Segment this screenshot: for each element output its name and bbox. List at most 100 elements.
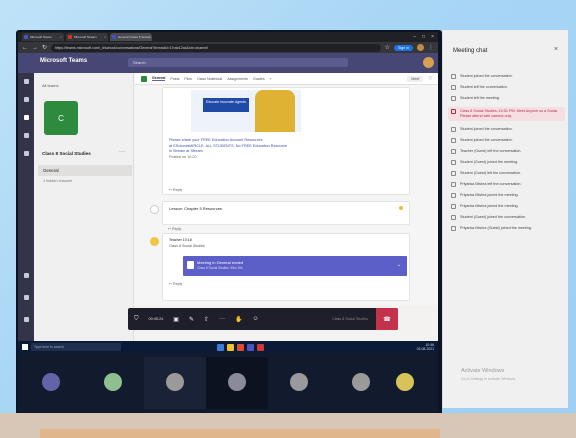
leave-icon: [451, 215, 456, 220]
shield-icon: ⛉: [134, 315, 139, 322]
windows-start-icon[interactable]: [22, 344, 28, 350]
reply-link[interactable]: ↩ Reply: [169, 188, 182, 192]
reload-icon[interactable]: ↻: [42, 44, 47, 51]
profile-button[interactable]: Sign in: [394, 44, 413, 51]
chat-icon[interactable]: [22, 97, 30, 104]
hang-up-button[interactable]: ☎: [376, 308, 398, 330]
tab-label: General (Class 8 Social): [118, 35, 151, 39]
chat-event-text: Student left the meeting.: [460, 96, 500, 100]
chat-event-text: Class 8 Social Studies: 10:51 PM. Meet A…: [460, 109, 559, 118]
panel-title: Meeting chat: [453, 48, 488, 54]
close-icon[interactable]: ×: [554, 46, 558, 53]
teams-icon[interactable]: [22, 115, 30, 122]
system-clock[interactable]: 10:46 03-08-2021: [417, 343, 434, 351]
participant-tile[interactable]: [20, 357, 82, 409]
share-icon[interactable]: ⇧: [204, 316, 209, 323]
calendar-icon[interactable]: [22, 151, 30, 158]
activate-windows-sub: Go to Settings to activate Windows.: [461, 377, 517, 381]
participant-tile[interactable]: [206, 357, 268, 409]
tab-grades[interactable]: Grades: [253, 77, 265, 81]
info-icon[interactable]: ⓘ: [428, 76, 432, 81]
all-teams-link[interactable]: All teams: [42, 83, 58, 88]
browser-avatar[interactable]: [417, 44, 424, 51]
chat-event: Student (Guest) joined the meeting.: [451, 160, 565, 165]
team-name: Class 8 Social Studies: [42, 151, 91, 156]
tab-posts[interactable]: Posts: [170, 77, 179, 81]
more-options-icon[interactable]: ···: [119, 149, 125, 155]
star-icon[interactable]: ☆: [385, 44, 390, 51]
app-icon[interactable]: [257, 343, 264, 351]
tab-class-notebook[interactable]: Class Notebook: [197, 77, 222, 81]
meeting-ended-banner[interactable]: Meeting in General ended Class 8 Social …: [183, 256, 407, 276]
participant-tile[interactable]: [374, 357, 436, 409]
reply-link[interactable]: ↩ Reply: [169, 282, 182, 286]
help-icon[interactable]: [22, 295, 30, 302]
chat-event-text: Student (Guest) joined the meeting.: [460, 160, 519, 164]
back-arrow-icon[interactable]: ←: [22, 45, 28, 51]
post-header: Teacher 10:18: [169, 238, 192, 242]
join-icon: [451, 182, 456, 187]
download-icon[interactable]: [22, 317, 30, 324]
task-view-icon[interactable]: [217, 343, 224, 351]
browser-tab[interactable]: Microsoft Teams ×: [22, 33, 64, 41]
app-rail: [18, 73, 34, 341]
add-tab-button[interactable]: +: [270, 77, 272, 81]
chat-event: Student left the meeting.: [451, 96, 565, 101]
chat-event-text: Student joined the conversation.: [460, 127, 513, 131]
tab-assignments[interactable]: Assignments: [227, 77, 248, 81]
meeting-author-avatar: [150, 237, 159, 246]
channel-avatar: [141, 75, 147, 82]
tab-general[interactable]: General: [152, 76, 166, 81]
avatar: [352, 373, 370, 391]
chat-event-list: Student joined the conversation. Student …: [448, 74, 565, 237]
leave-icon: [451, 193, 456, 198]
participant-tile[interactable]: [268, 357, 330, 409]
close-window-icon[interactable]: ×: [431, 34, 434, 40]
chat-event-text: Student joined the conversation.: [460, 138, 513, 142]
participant-tile[interactable]: [144, 357, 206, 409]
maximize-icon[interactable]: □: [422, 34, 425, 40]
post-body: Please share your FREE Education Account…: [169, 138, 319, 160]
meet-button[interactable]: Meet: [407, 75, 424, 82]
search-input[interactable]: Search: [128, 58, 348, 67]
apps-icon[interactable]: [22, 273, 30, 280]
chat-event: Teacher (Guest) left the conversation.: [451, 149, 565, 154]
forward-arrow-icon[interactable]: →: [32, 45, 38, 51]
file-explorer-icon[interactable]: [227, 343, 234, 351]
activity-icon[interactable]: [22, 79, 30, 86]
avatar: [166, 373, 184, 391]
raise-hand-icon[interactable]: ✋: [235, 316, 242, 323]
teams-header: Microsoft Teams Search: [18, 53, 438, 73]
mic-off-icon[interactable]: ✎: [189, 316, 194, 323]
chat-message: Class 8 Social Studies: 10:51 PM. Meet A…: [448, 107, 565, 121]
more-actions-icon[interactable]: ···: [219, 316, 225, 322]
join-icon: [451, 204, 456, 209]
close-icon[interactable]: ×: [60, 35, 62, 39]
participant-tile[interactable]: [82, 357, 144, 409]
hidden-channels-link[interactable]: 1 hidden channel: [43, 179, 72, 183]
chat-icon: [451, 109, 456, 114]
menu-dots-icon[interactable]: ⋮: [428, 44, 434, 51]
avatar: [396, 373, 414, 391]
browser-tab[interactable]: Microsoft Stream ×: [66, 33, 108, 41]
avatar: [290, 373, 308, 391]
assignments-icon[interactable]: [22, 133, 30, 140]
channel-general[interactable]: General: [38, 165, 132, 176]
avatar: [42, 373, 60, 391]
chat-event: Priyanka Mishra joined the meeting.: [451, 193, 565, 198]
post-author-avatar: [150, 205, 159, 214]
participants-icon[interactable]: ☺: [253, 316, 259, 322]
minimize-icon[interactable]: –: [413, 34, 416, 40]
camera-icon[interactable]: ▣: [173, 316, 179, 323]
chevron-down-icon[interactable]: ⌄: [397, 262, 401, 268]
browser-tab-active[interactable]: General (Class 8 Social)×: [110, 33, 152, 41]
url-field[interactable]: https://teams.microsoft.com/_#/school/co…: [51, 43, 381, 52]
taskbar-search[interactable]: Type here to search: [31, 343, 121, 351]
close-icon[interactable]: ×: [104, 35, 106, 39]
chrome-icon[interactable]: [237, 343, 244, 351]
tab-files[interactable]: Files: [184, 77, 192, 81]
join-icon: [451, 171, 456, 176]
reaction-icon[interactable]: [399, 206, 403, 210]
user-avatar[interactable]: [423, 57, 434, 68]
teams-taskbar-icon[interactable]: [247, 343, 254, 351]
